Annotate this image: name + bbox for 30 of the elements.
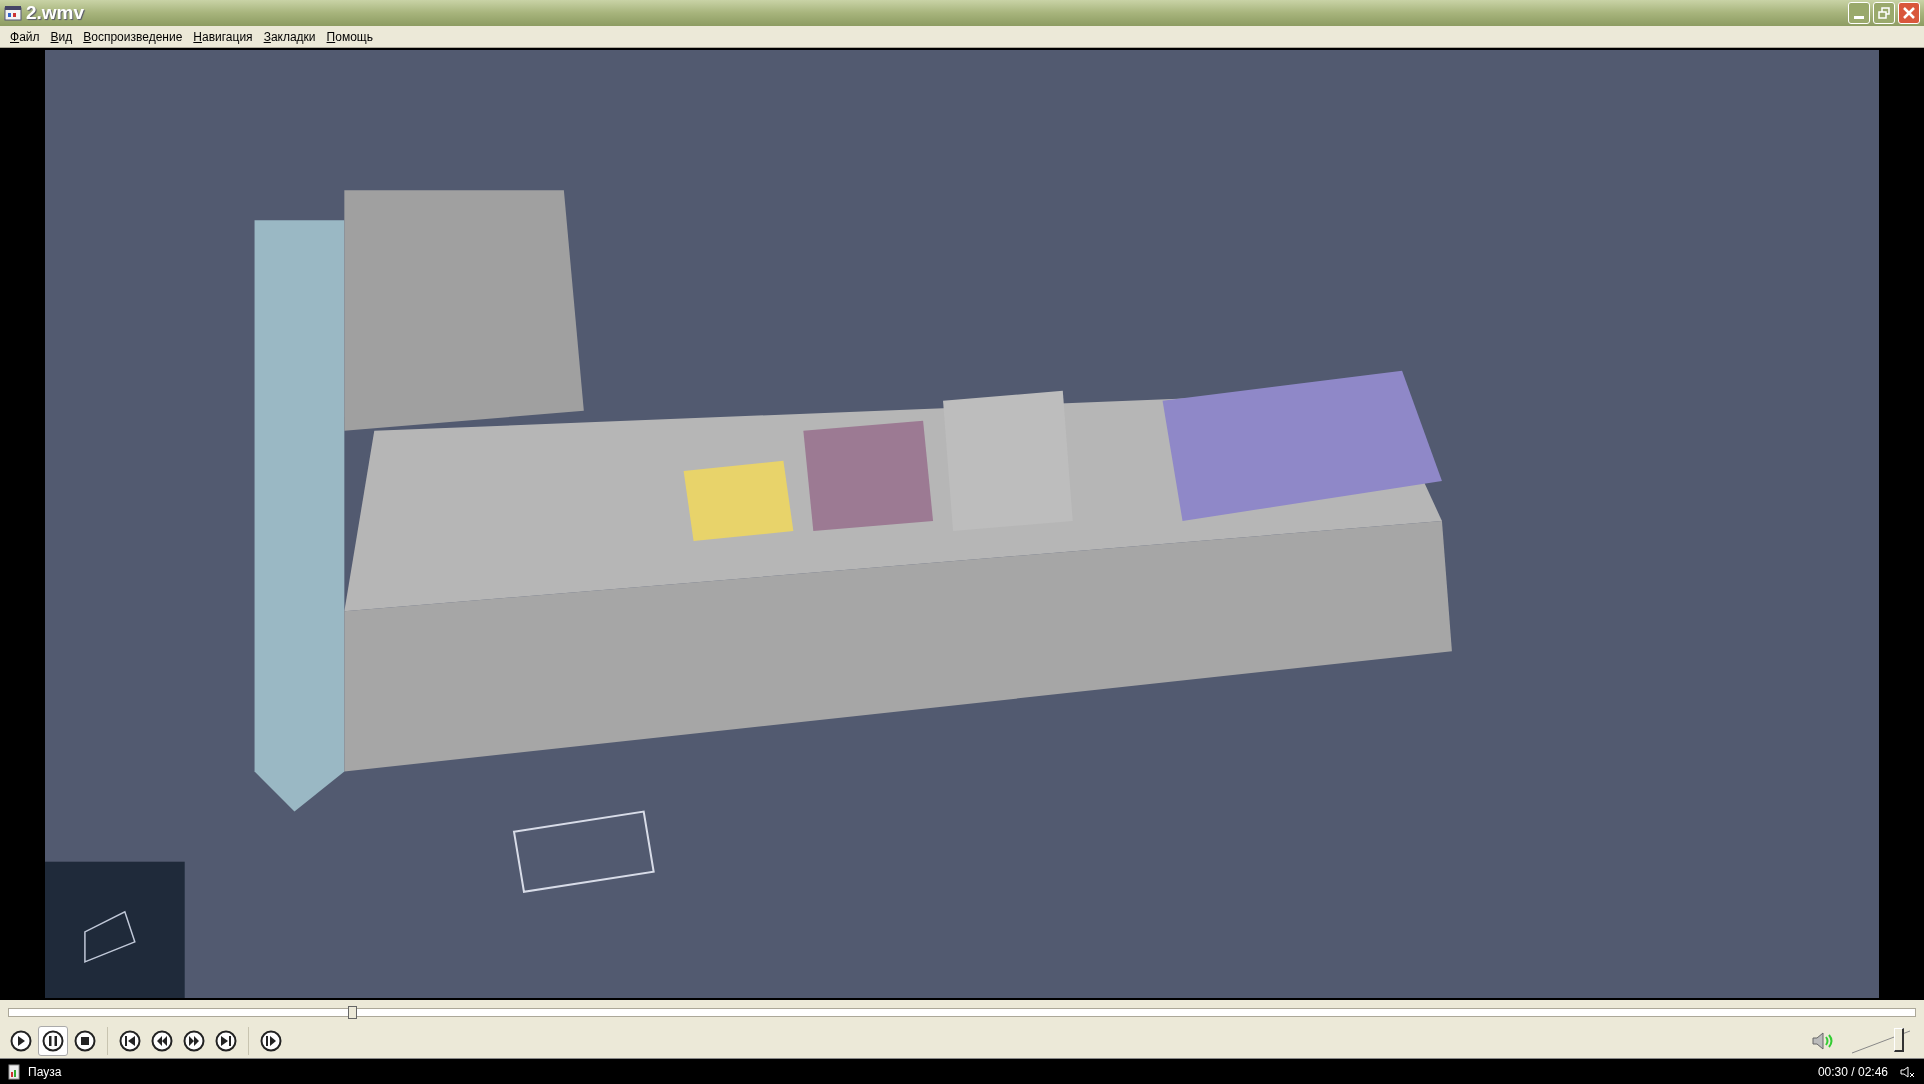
frame-step-icon — [260, 1030, 282, 1052]
status-text: Пауза — [28, 1063, 62, 1081]
film-icon — [4, 5, 22, 21]
mute-icon[interactable] — [1900, 1064, 1916, 1079]
skip-back-icon — [119, 1030, 141, 1052]
rewind-icon — [151, 1030, 173, 1052]
window-title: 2.wmv — [26, 0, 85, 25]
speaker-icon[interactable] — [1811, 1031, 1835, 1051]
menu-item[interactable]: Файл — [5, 27, 45, 46]
menu-item[interactable]: Закладки — [258, 27, 321, 46]
time-display: 00:30 / 02:46 — [1817, 1063, 1888, 1081]
pause-button[interactable] — [38, 1026, 68, 1056]
menu-item[interactable]: Навигация — [188, 27, 258, 46]
seek-thumb[interactable] — [348, 1005, 358, 1019]
close-icon — [1903, 7, 1915, 19]
seek-track[interactable] — [8, 1007, 1916, 1017]
fast-forward-icon — [183, 1030, 205, 1052]
menu-item[interactable]: Помощь — [321, 27, 378, 46]
play-icon — [10, 1030, 32, 1052]
restore-icon — [1878, 7, 1890, 19]
volume-slider[interactable] — [1851, 1028, 1911, 1054]
stop-icon — [74, 1030, 96, 1052]
close-button[interactable] — [1898, 2, 1920, 24]
document-icon — [8, 1063, 20, 1080]
menu-item[interactable]: Вид — [45, 27, 78, 46]
menu-item[interactable]: Воспроизведение — [78, 27, 188, 46]
volume-thumb[interactable] — [1893, 1028, 1904, 1052]
minimize-icon — [1854, 16, 1864, 19]
pause-icon — [42, 1030, 64, 1052]
skip-forward-icon — [215, 1030, 237, 1052]
